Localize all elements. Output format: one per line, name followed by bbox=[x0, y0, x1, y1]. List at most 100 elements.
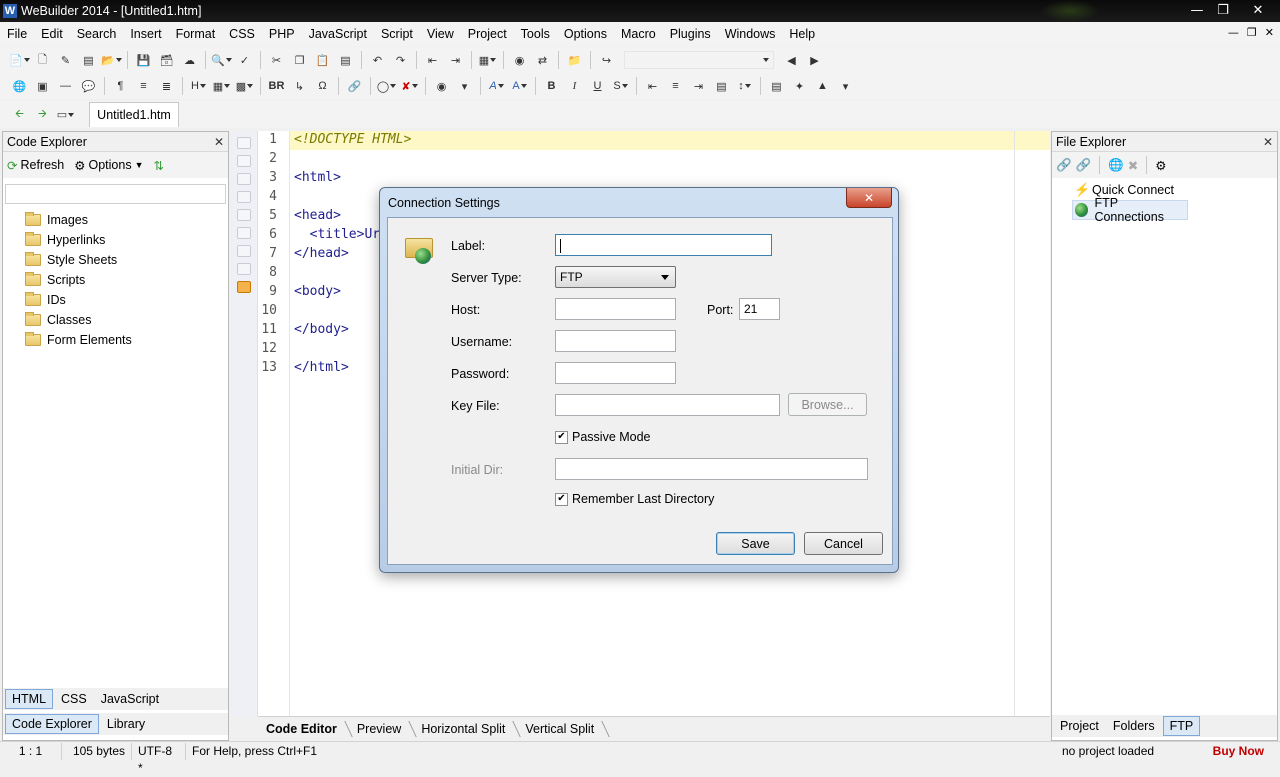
options-button[interactable]: ⚙ Options ▼ bbox=[74, 158, 143, 173]
close-window-icon[interactable]: ✕ bbox=[1236, 0, 1280, 20]
key-file-input[interactable] bbox=[555, 394, 780, 416]
menu-help[interactable]: Help bbox=[782, 27, 822, 41]
menu-search[interactable]: Search bbox=[70, 27, 124, 41]
indent-icon[interactable]: ⇥ bbox=[447, 51, 465, 69]
tree-item-ids[interactable]: IDs bbox=[3, 290, 228, 310]
tab-html[interactable]: HTML bbox=[5, 689, 54, 709]
find-next-icon[interactable]: ▶ bbox=[806, 51, 824, 69]
menu-script[interactable]: Script bbox=[374, 27, 420, 41]
close-panel-icon[interactable]: ✕ bbox=[214, 135, 224, 149]
refresh-button[interactable]: ⟳ Refresh bbox=[7, 158, 64, 173]
save-icon[interactable]: 💾 bbox=[135, 51, 153, 69]
image-icon[interactable]: ▣ bbox=[34, 77, 52, 95]
validation-icon[interactable] bbox=[237, 281, 251, 293]
font-size-icon[interactable]: A bbox=[511, 77, 529, 95]
passive-mode-checkbox[interactable]: ✔ Passive Mode bbox=[555, 430, 651, 444]
save-all-icon[interactable]: 🗃 bbox=[158, 51, 176, 69]
doc-list-icon[interactable]: ▭ bbox=[57, 106, 75, 124]
gear-icon[interactable]: ⚙ bbox=[1155, 158, 1166, 173]
save-button[interactable]: Save bbox=[716, 532, 795, 555]
menu-project[interactable]: Project bbox=[461, 27, 514, 41]
fold-icon[interactable] bbox=[237, 209, 251, 221]
layout-icon[interactable]: ▦ bbox=[479, 51, 497, 69]
align-left-icon[interactable]: ⇤ bbox=[644, 77, 662, 95]
fold-icon[interactable] bbox=[237, 191, 251, 203]
menu-css[interactable]: CSS bbox=[222, 27, 262, 41]
password-input[interactable] bbox=[555, 362, 676, 384]
port-input[interactable]: 21 bbox=[739, 298, 780, 320]
new-file-icon[interactable]: 📄 bbox=[9, 51, 29, 69]
tree-item-hyperlinks[interactable]: Hyperlinks bbox=[3, 230, 228, 250]
back-arrow-icon[interactable]: 🡨 bbox=[11, 106, 29, 124]
br-button[interactable]: BR bbox=[268, 77, 286, 95]
tree-item-style-sheets[interactable]: Style Sheets bbox=[3, 250, 228, 270]
table-icon[interactable]: ▦ bbox=[213, 77, 231, 95]
delete-icon[interactable]: ✖ bbox=[1128, 158, 1138, 173]
nbsp-icon[interactable]: ↳ bbox=[291, 77, 309, 95]
globe-icon[interactable]: 🌐 bbox=[11, 77, 29, 95]
align-right-icon[interactable]: ⇥ bbox=[690, 77, 708, 95]
code-line[interactable]: <html> bbox=[290, 169, 1050, 188]
php-file-icon[interactable]: ▤ bbox=[80, 51, 98, 69]
redo-icon[interactable]: ↷ bbox=[392, 51, 410, 69]
more-toolbar-icon[interactable]: ▾ bbox=[837, 77, 855, 95]
mdi-close-icon[interactable]: ✕ bbox=[1265, 26, 1274, 39]
buy-now-link[interactable]: Buy Now bbox=[1207, 743, 1270, 760]
restore-icon[interactable]: ❐ bbox=[1210, 0, 1236, 20]
editor-tab-horizontal-split[interactable]: Horizontal Split bbox=[413, 719, 517, 739]
mdi-restore-icon[interactable]: ❐ bbox=[1247, 26, 1257, 39]
paste-icon[interactable]: 📋 bbox=[314, 51, 332, 69]
connect-icon[interactable]: 🔗 bbox=[1056, 158, 1072, 173]
tab-library[interactable]: Library bbox=[101, 715, 151, 733]
form-icon[interactable]: ▩ bbox=[236, 77, 254, 95]
tab-code-explorer[interactable]: Code Explorer bbox=[5, 714, 99, 734]
binoculars-icon[interactable]: ◉ bbox=[511, 51, 529, 69]
close-panel-icon[interactable]: ✕ bbox=[1263, 135, 1273, 149]
more-icon[interactable]: ▾ bbox=[456, 77, 474, 95]
username-input[interactable] bbox=[555, 330, 676, 352]
bold-button[interactable]: B bbox=[543, 77, 561, 95]
unordered-list-icon[interactable]: ≡ bbox=[135, 77, 153, 95]
cut-icon[interactable]: ✂ bbox=[268, 51, 286, 69]
tree-item-scripts[interactable]: Scripts bbox=[3, 270, 228, 290]
copy-icon[interactable]: ❐ bbox=[291, 51, 309, 69]
cancel-button[interactable]: Cancel bbox=[804, 532, 883, 555]
menu-tools[interactable]: Tools bbox=[514, 27, 557, 41]
paste-special-icon[interactable]: ▤ bbox=[337, 51, 355, 69]
close-dialog-icon[interactable]: ✕ bbox=[846, 188, 892, 208]
tab-css[interactable]: CSS bbox=[55, 690, 93, 708]
fold-icon[interactable] bbox=[237, 245, 251, 257]
code-explorer-search-input[interactable] bbox=[5, 184, 226, 204]
find-icon[interactable]: 🔍 bbox=[211, 51, 231, 69]
shapes-icon[interactable]: ◯ bbox=[377, 77, 396, 95]
add-connection-icon[interactable]: 🌐 bbox=[1108, 158, 1124, 173]
fold-icon[interactable] bbox=[237, 155, 251, 167]
color-wheel-icon[interactable]: ◉ bbox=[433, 77, 451, 95]
menu-windows[interactable]: Windows bbox=[718, 27, 783, 41]
menu-format[interactable]: Format bbox=[169, 27, 223, 41]
save-remote-icon[interactable]: ☁ bbox=[181, 51, 199, 69]
host-input[interactable] bbox=[555, 298, 676, 320]
menu-macro[interactable]: Macro bbox=[614, 27, 663, 41]
tab-project[interactable]: Project bbox=[1054, 717, 1105, 735]
spellcheck-icon[interactable]: ✓ bbox=[236, 51, 254, 69]
sort-icon[interactable]: ⇅ bbox=[154, 158, 164, 173]
open-folder-icon[interactable]: 📂 bbox=[101, 51, 121, 69]
edit-icon[interactable]: ✎ bbox=[57, 51, 75, 69]
disconnect-icon[interactable]: 🔗 bbox=[1076, 158, 1092, 173]
italic-button[interactable]: I bbox=[566, 77, 584, 95]
folder-search-icon[interactable]: 📁 bbox=[566, 51, 584, 69]
code-line[interactable]: <!DOCTYPE HTML> bbox=[290, 131, 1050, 150]
label-input[interactable] bbox=[555, 234, 772, 256]
minimize-icon[interactable]: — bbox=[1184, 0, 1210, 20]
clear-format-icon[interactable]: ▲ bbox=[814, 77, 832, 95]
justify-icon[interactable]: ▤ bbox=[713, 77, 731, 95]
strike-icon[interactable]: S bbox=[612, 77, 630, 95]
find-prev-icon[interactable]: ◀ bbox=[783, 51, 801, 69]
comment-icon[interactable]: 💬 bbox=[80, 77, 98, 95]
ftp-connections-item[interactable]: FTP Connections bbox=[1072, 196, 1188, 224]
outdent-icon[interactable]: ⇤ bbox=[424, 51, 442, 69]
menu-file[interactable]: File bbox=[0, 27, 34, 41]
forward-arrow-icon[interactable]: 🡪 bbox=[34, 106, 52, 124]
tree-item-images[interactable]: Images bbox=[3, 210, 228, 230]
